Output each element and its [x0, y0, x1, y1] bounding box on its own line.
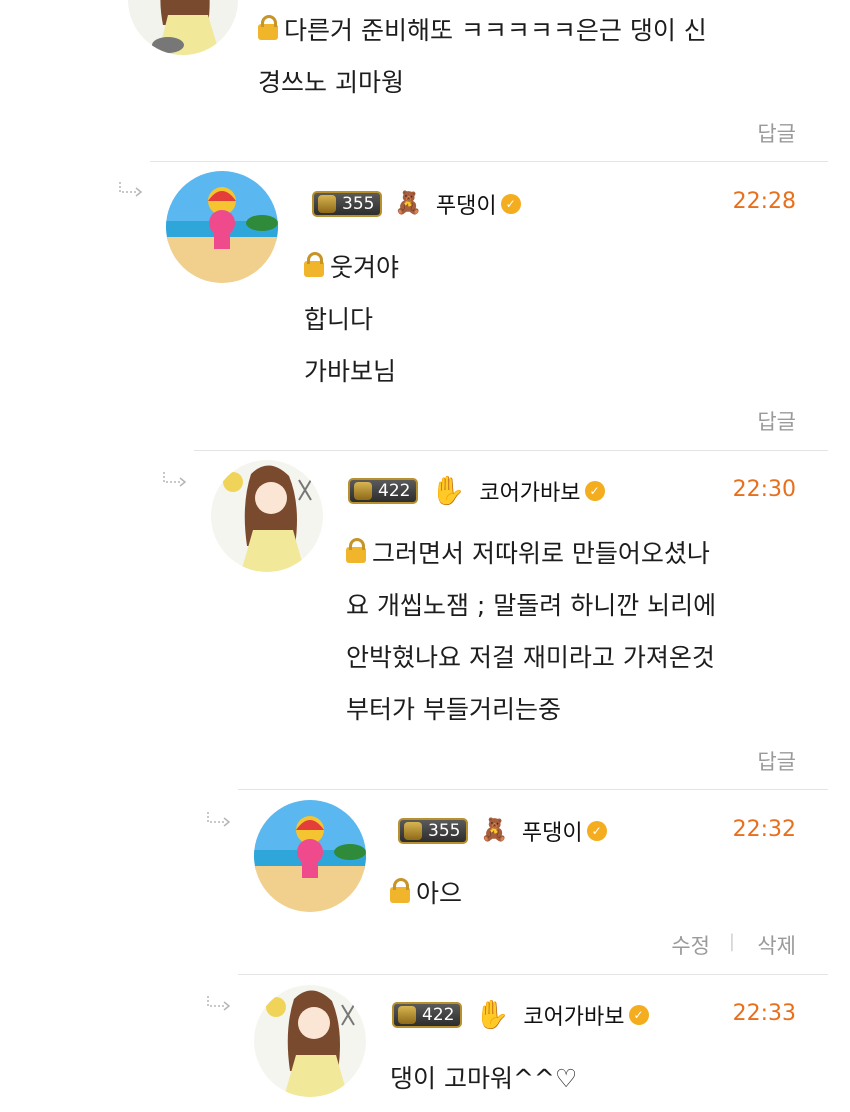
reply-button[interactable]: 답글 [757, 406, 796, 436]
lock-icon [258, 15, 278, 40]
reply-arrow-icon [118, 182, 144, 198]
reply-button[interactable]: 답글 [757, 746, 796, 776]
avatar-sketch[interactable] [211, 460, 323, 572]
reply-arrow-icon [206, 996, 232, 1012]
reply-arrow-icon [162, 472, 188, 488]
comment-text: 그러면서 저따위로 만들어오셨나 요 개씹노잼 ; 말돌려 하니깐 뇌리에 안박… [346, 538, 717, 724]
lock-icon [390, 878, 410, 903]
comment-text: 아으 [390, 868, 790, 920]
edit-button[interactable]: 수정 [671, 930, 710, 960]
nickname[interactable]: 코어가바보 [479, 475, 580, 507]
nickname[interactable]: 푸댕이 [522, 815, 583, 847]
hand-icon: ✋ [430, 474, 466, 507]
nickname[interactable]: 푸댕이 [436, 188, 497, 220]
verified-icon: ✓ [584, 481, 605, 501]
divider [238, 974, 828, 975]
delete-button[interactable]: 삭제 [757, 930, 796, 960]
level-badge: 355 [312, 191, 383, 217]
level-badge: 355 [398, 818, 469, 844]
comment-time: 22:32 [732, 817, 796, 842]
lock-icon [346, 538, 366, 563]
comment-time: 22:33 [732, 1001, 796, 1026]
shield-icon [318, 195, 336, 213]
comment-meta: 422 ✋ 코어가바보 ✓ [392, 997, 649, 1033]
comment-meta: 422 ✋ 코어가바보 ✓ [348, 473, 605, 509]
shield-icon [404, 822, 422, 840]
comment-time: 22:28 [732, 189, 796, 214]
shield-icon [398, 1006, 416, 1024]
reply-button[interactable]: 답글 [757, 118, 796, 148]
avatar-beach[interactable] [166, 171, 278, 283]
verified-icon: ✓ [500, 194, 521, 214]
action-separator: | [728, 931, 735, 952]
lock-icon [304, 252, 324, 277]
level-badge: 422 [392, 1002, 463, 1028]
comment-text: 웃겨야 합니다 가바보님 [304, 252, 400, 386]
level-badge: 422 [348, 478, 419, 504]
hand-icon: ✋ [474, 998, 510, 1031]
teddy-bear-icon: 🧸 [480, 818, 508, 843]
divider [150, 161, 828, 162]
avatar-beach[interactable] [254, 800, 366, 912]
comment-meta: 355 🧸 푸댕이 ✓ [312, 186, 521, 222]
nickname[interactable]: 코어가바보 [523, 999, 624, 1031]
divider [238, 789, 828, 790]
verified-icon: ✓ [628, 1005, 649, 1025]
avatar-sketch[interactable] [128, 0, 238, 55]
reply-arrow-icon [206, 812, 232, 828]
comment-text: 댕이 고마워^^♡ [390, 1064, 578, 1093]
comment-time: 22:30 [732, 477, 796, 502]
verified-icon: ✓ [586, 821, 607, 841]
comment-text: 다른거 준비해또 ㅋㅋㅋㅋㅋ은근 댕이 신 경쓰노 괴마웡 [258, 15, 707, 97]
avatar-sketch[interactable] [254, 985, 366, 1097]
shield-icon [354, 482, 372, 500]
divider [194, 450, 828, 451]
teddy-bear-icon: 🧸 [394, 191, 422, 216]
comment-meta: 355 🧸 푸댕이 ✓ [398, 813, 607, 849]
